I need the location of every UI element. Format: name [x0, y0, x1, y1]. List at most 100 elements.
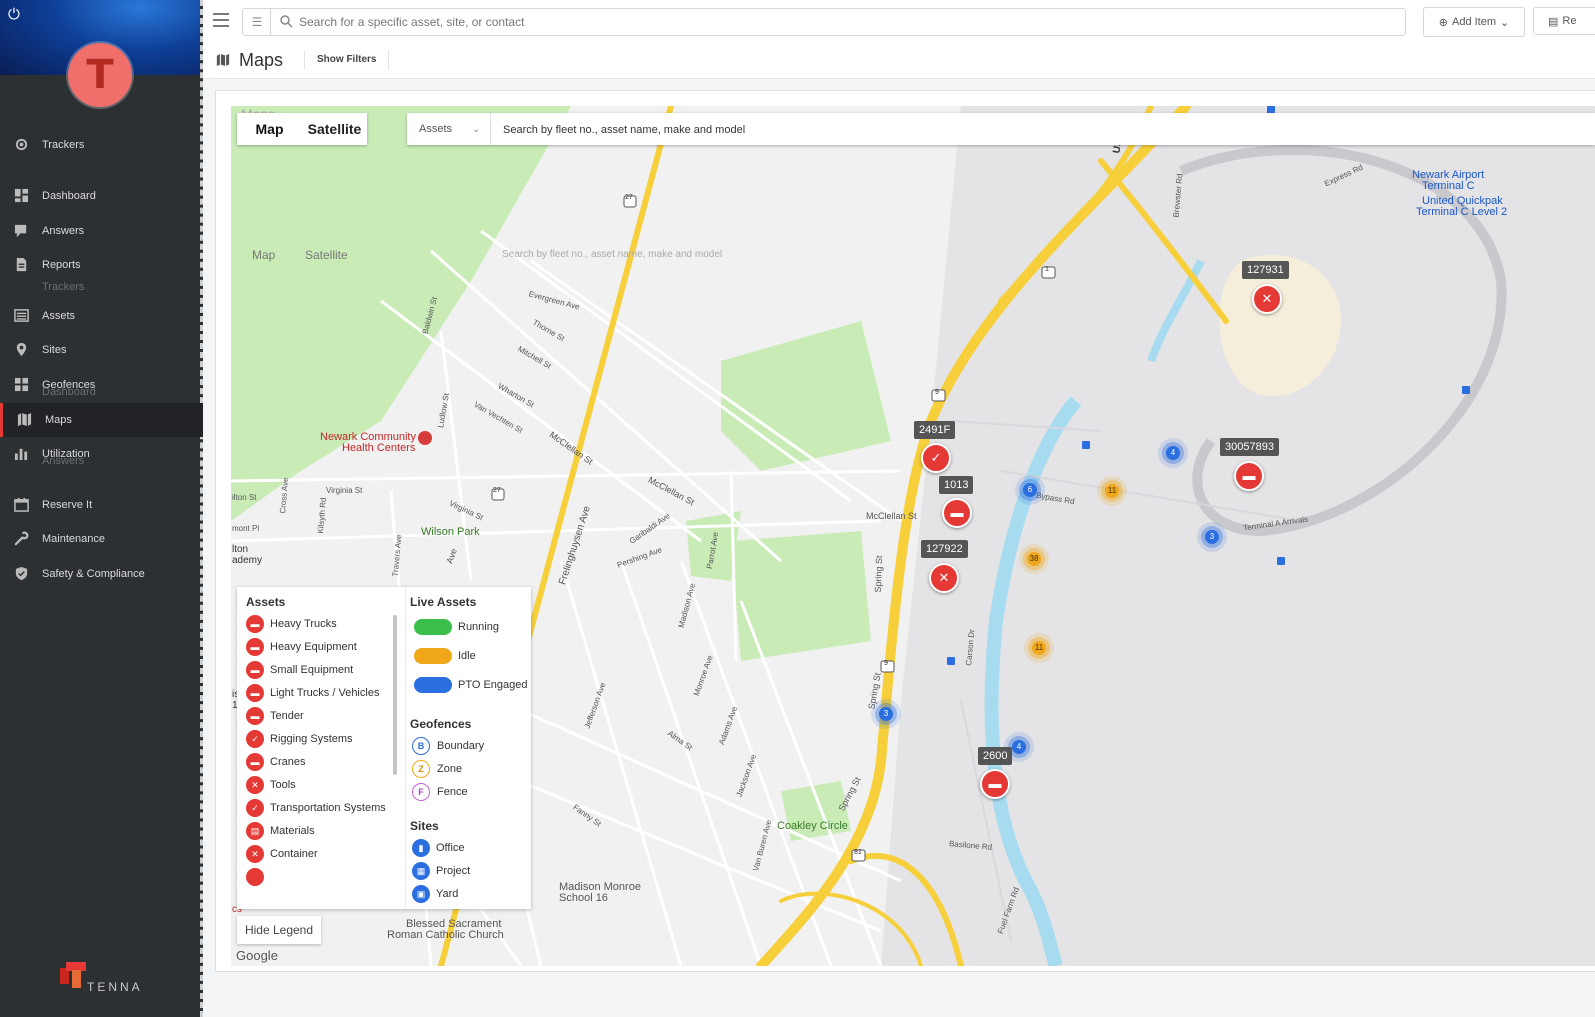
crane-icon: ▬ — [246, 753, 264, 771]
legend-scrollbar[interactable] — [393, 615, 397, 775]
legend-item: B Boundary — [412, 737, 484, 755]
geofence-icon — [14, 377, 29, 392]
cluster-marker[interactable]: 4 — [1012, 740, 1026, 754]
search-input[interactable] — [297, 11, 1396, 33]
sidebar-item-label: Maps — [45, 414, 72, 426]
sidebar-item-geofences[interactable]: Geofences — [0, 368, 200, 402]
sidebar-item-reserve-it[interactable]: Reserve It — [0, 488, 200, 522]
search-icon — [280, 15, 293, 28]
legend-item: ✓ Transportation Systems — [246, 799, 386, 817]
sidebar-item-sites[interactable]: Sites — [0, 333, 200, 367]
sidebar-item-reports[interactable]: Reports — [0, 248, 200, 282]
equipment-marker-icon[interactable]: ▬ — [942, 498, 972, 528]
legend-geofences-header: Geofences — [410, 717, 472, 731]
asset-tag[interactable]: 30057893 — [1220, 438, 1279, 456]
street-label: McClellan St — [866, 511, 917, 521]
legend-sites-header: Sites — [410, 819, 439, 833]
route-shield-label: 1 — [1045, 266, 1049, 273]
report-label: Re — [1562, 15, 1577, 27]
place-label: Coakley Circle — [777, 820, 848, 832]
running-icon — [414, 619, 452, 635]
assets-icon — [14, 309, 29, 322]
legend-item: Idle — [414, 648, 476, 664]
sidebar-item-trackers[interactable]: Trackers — [0, 128, 200, 162]
sidebar-item-label: Answers — [42, 225, 85, 237]
sidebar-item-answers[interactable]: Answers — [0, 214, 200, 248]
google-attribution: Google — [236, 948, 278, 963]
cluster-marker[interactable]: 3 — [879, 707, 893, 721]
asset-icon — [246, 868, 264, 886]
sidebar-item-safety-compliance[interactable]: Safety & Compliance — [0, 557, 200, 591]
small-equipment-icon: ▬ — [246, 661, 264, 679]
legend-item — [246, 868, 270, 886]
asset-tag[interactable]: 1013 — [939, 476, 974, 494]
place-label: lton — [232, 544, 249, 555]
plus-circle-icon: ⊕ — [1438, 16, 1448, 29]
sidebar-item-maintenance[interactable]: Maintenance — [0, 522, 200, 556]
rigging-marker-icon[interactable]: ✓ — [921, 443, 951, 473]
cluster-marker[interactable]: 6 — [1023, 483, 1037, 497]
cluster-marker[interactable]: 4 — [1166, 446, 1180, 460]
asset-tag[interactable]: 2491F — [914, 421, 956, 439]
legend-item: F Fence — [412, 783, 468, 801]
map-type-map-button[interactable]: Map — [237, 113, 302, 145]
hamburger-menu-icon[interactable] — [213, 13, 229, 27]
power-icon[interactable]: ⏻ — [8, 6, 20, 23]
heavy-truck-icon: ▬ — [246, 615, 264, 633]
sidebar-item-label: Assets — [42, 310, 76, 322]
legend-assets-header: Assets — [246, 595, 286, 609]
cluster-marker[interactable]: 3 — [1205, 530, 1219, 544]
place-label: Roman Catholic Church — [387, 929, 504, 941]
legend-item: ▬ Light Trucks / Vehicles — [246, 684, 379, 702]
sidebar-item-assets[interactable]: Assets — [0, 299, 200, 333]
tools-marker-icon[interactable]: ✕ — [929, 563, 959, 593]
sidebar-item-utilization[interactable]: Utilization — [0, 437, 200, 471]
boundary-icon: B — [412, 737, 430, 755]
add-item-button[interactable]: ⊕ Add Item ⌄ — [1423, 7, 1525, 37]
rigging-icon: ✓ — [246, 730, 264, 748]
legend-divider — [405, 587, 406, 909]
asset-tag[interactable]: 127922 — [921, 540, 968, 558]
dashboard-icon — [14, 188, 29, 203]
asset-type-select[interactable]: Assets ⌄ — [407, 113, 491, 145]
route-shield-label: 27 — [493, 487, 501, 494]
asset-tag[interactable]: 2600 — [978, 747, 1013, 765]
sidebar-item-maps[interactable]: Maps — [0, 403, 203, 437]
truck-marker-icon[interactable]: ▬ — [980, 769, 1010, 799]
sidebar-item-label: Dashboard — [42, 190, 96, 202]
sidebar: ⏻ T Trackers Dashboard Answers Reports T… — [0, 0, 203, 1017]
report-icon — [16, 257, 27, 272]
pto-engaged-icon — [414, 677, 452, 693]
add-item-label: Add Item — [1451, 16, 1497, 28]
ghost-label: Map — [252, 248, 276, 262]
route-shield-label: 81 — [854, 849, 862, 856]
route-shield-label: 9 — [935, 389, 939, 396]
asset-tag[interactable]: 127931 — [1242, 261, 1289, 279]
report-button[interactable]: ▤ Re — [1533, 7, 1595, 35]
legend-item: ▤ Materials — [246, 822, 315, 840]
sidebar-item-dashboard[interactable]: Dashboard — [0, 179, 200, 213]
wrench-icon — [14, 531, 29, 546]
fleet-search-input[interactable] — [501, 119, 1505, 141]
shield-icon — [15, 566, 28, 581]
tools-marker-icon[interactable]: ✕ — [1252, 284, 1282, 314]
chat-icon — [14, 224, 27, 238]
tools-icon: ✕ — [246, 776, 264, 794]
legend-item: ▬ Small Equipment — [246, 661, 353, 679]
sliders-icon[interactable]: ☰ — [242, 8, 271, 36]
light-truck-icon: ▬ — [246, 684, 264, 702]
legend-item: ▬ Heavy Trucks — [246, 615, 337, 633]
place-label: ilton St — [232, 493, 257, 502]
cluster-marker[interactable]: 38 — [1027, 552, 1041, 566]
avatar[interactable]: T — [68, 43, 132, 107]
map-type-satellite-button[interactable]: Satellite — [302, 113, 367, 145]
legend-item: Running — [414, 619, 499, 635]
cluster-marker[interactable]: 11 — [1105, 484, 1119, 498]
global-search — [270, 8, 1406, 36]
hide-legend-button[interactable]: Hide Legend — [237, 916, 321, 944]
map-legend: Assets ▬ Heavy Trucks ▬ Heavy Equipment ▬ S… — [237, 587, 531, 909]
show-filters-button[interactable]: Show Filters — [304, 50, 390, 70]
legend-item: ✕ Tools — [246, 776, 296, 794]
equipment-marker-icon[interactable]: ▬ — [1234, 461, 1264, 491]
cluster-marker[interactable]: 11 — [1032, 641, 1046, 655]
